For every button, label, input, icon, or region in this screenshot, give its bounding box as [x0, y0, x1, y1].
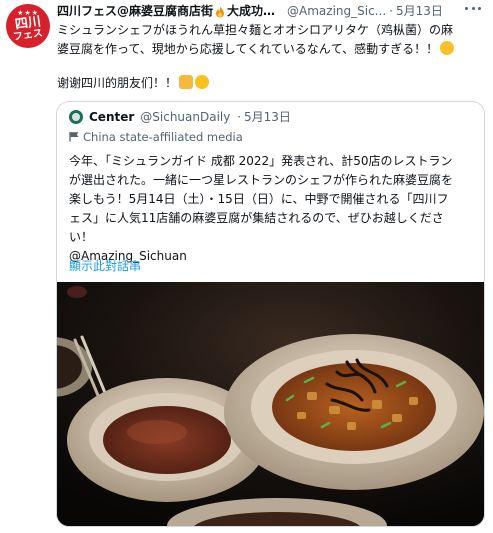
state-media-label[interactable]: China state-affiliated media [69, 128, 243, 146]
clapping-hands-icon [179, 75, 194, 89]
quoted-text-line: い！ [69, 230, 94, 244]
separator-dot: · [389, 4, 393, 18]
quoted-header: Center @SichuanDaily · 5月13日 [89, 108, 291, 126]
quoted-tweet[interactable]: Center @SichuanDaily · 5月13日 China state-a… [56, 101, 485, 527]
food-photo-graphic [57, 282, 484, 526]
tweet[interactable]: ★★★ 四川 フェス 四川フェス@麻婆豆腐商店街 大成功… @Amazing_Si… [0, 0, 493, 533]
tweet-header: 四川フェス@麻婆豆腐商店街 大成功… @Amazing_Sic... · 5月13… [57, 2, 489, 20]
crying-face-icon [440, 41, 455, 55]
user-handle[interactable]: @Amazing_Sic... [287, 2, 386, 20]
tweet-text-line: ミシュランシェフがほうれん草担々麺とオオシロアリタケ（鸡枞菌）の麻 [57, 23, 454, 37]
show-thread-link[interactable]: 顯示此對話串 [69, 257, 141, 275]
fire-icon [216, 6, 225, 17]
food-photo[interactable] [57, 282, 484, 526]
display-name-part2: 大成功… [227, 4, 276, 18]
quoted-text-line: 今年、「ミシュランガイド 成都 2022」発表され、計50店のレストラン [69, 154, 453, 168]
avatar[interactable]: ★★★ 四川 フェス [6, 4, 50, 48]
quoted-date[interactable]: 5月13日 [244, 110, 291, 124]
state-media-text: China state-affiliated media [83, 130, 243, 144]
separator-dot: · [237, 110, 242, 124]
quoted-text-line: 楽しもう！5月14日（土）・15日（日）に、中野で開催される「四川フ [69, 192, 449, 206]
quoted-text-line: が選出された。一緒に一つ星レストランのシェフが作られた麻婆豆腐を [69, 173, 454, 187]
flag-icon [69, 132, 79, 142]
more-icon[interactable] [465, 7, 481, 13]
quoted-avatar[interactable] [69, 110, 83, 124]
grinning-face-icon [195, 75, 210, 89]
display-name[interactable]: 四川フェス@麻婆豆腐商店街 大成功… [57, 2, 275, 20]
tweet-text: ミシュランシェフがほうれん草担々麺とオオシロアリタケ（鸡枞菌）の麻 婆豆腐を作っ… [57, 21, 477, 93]
display-name-part1: 四川フェス@麻婆豆腐商店街 [57, 4, 214, 18]
tweet-date[interactable]: 5月13日 [396, 2, 443, 20]
tweet-text-line: 谢谢四川的朋友们！！ [57, 76, 178, 90]
quoted-display-name[interactable]: Center [89, 110, 134, 124]
quoted-text-line: ェス」に人気11店舗の麻婆豆腐が集結されるので、ぜひお越しくださ [69, 211, 444, 225]
quoted-text: 今年、「ミシュランガイド 成都 2022」発表され、計50店のレストラン が選出… [69, 152, 473, 266]
tweet-text-line: 婆豆腐を作って、現地から応援してくれているなんて、感動すぎる！！ [57, 42, 439, 56]
quoted-handle[interactable]: @SichuanDaily [140, 110, 230, 124]
